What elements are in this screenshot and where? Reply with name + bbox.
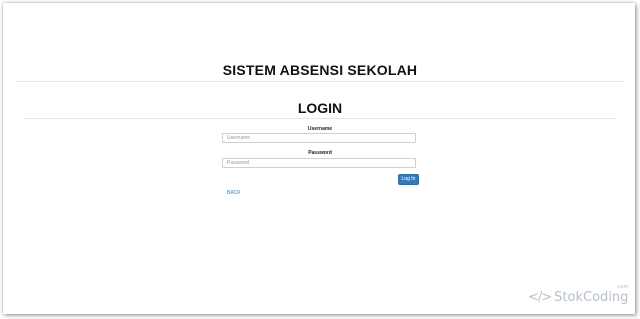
- password-label: Password: [308, 150, 332, 156]
- header-divider: [16, 81, 624, 82]
- back-link[interactable]: BACK: [227, 190, 241, 196]
- watermark-suffix: .com: [616, 283, 629, 290]
- code-brackets-icon: </>: [528, 289, 552, 305]
- username-label: Username: [307, 126, 333, 132]
- login-divider: [24, 118, 616, 119]
- password-input[interactable]: [222, 158, 416, 168]
- watermark: </> StokCoding .com: [528, 284, 629, 307]
- username-input[interactable]: [222, 133, 416, 143]
- watermark-text: StokCoding: [554, 289, 629, 305]
- login-heading: LOGIN: [297, 100, 343, 116]
- app-title: SISTEM ABSENSI SEKOLAH: [222, 62, 418, 78]
- watermark-text-wrap: StokCoding .com: [554, 284, 629, 305]
- login-button[interactable]: Log In: [398, 174, 419, 185]
